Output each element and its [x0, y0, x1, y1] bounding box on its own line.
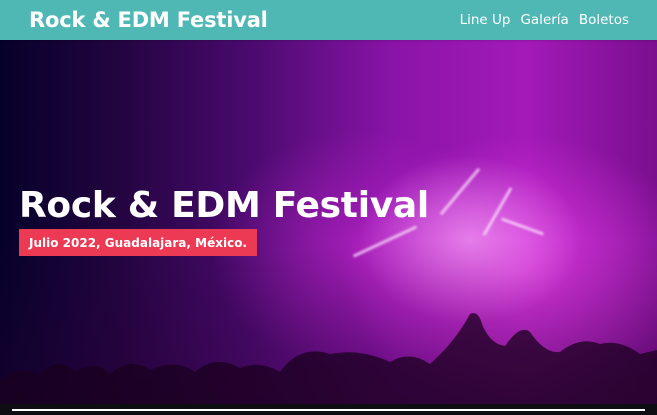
- stage-light-beam: [439, 167, 481, 216]
- stage-light-beam: [500, 217, 545, 236]
- top-navbar: Rock & EDM Festival Line Up Galería Bole…: [0, 0, 657, 40]
- hero-banner: Rock & EDM Festival Julio 2022, Guadalaj…: [0, 40, 657, 404]
- hero-title: Rock & EDM Festival: [19, 185, 429, 226]
- stage-light-beam: [352, 225, 418, 258]
- brand-link[interactable]: Rock & EDM Festival: [29, 8, 268, 32]
- nav-link-line-up[interactable]: Line Up: [460, 12, 511, 28]
- crowd-silhouette: [0, 313, 657, 404]
- divider-line: [12, 409, 645, 411]
- nav-links: Line Up Galería Boletos: [460, 12, 629, 28]
- nav-link-galeria[interactable]: Galería: [520, 12, 568, 28]
- nav-link-boletos[interactable]: Boletos: [579, 12, 629, 28]
- event-date-badge: Julio 2022, Guadalajara, México.: [19, 229, 257, 256]
- stage-light-beam: [482, 186, 513, 237]
